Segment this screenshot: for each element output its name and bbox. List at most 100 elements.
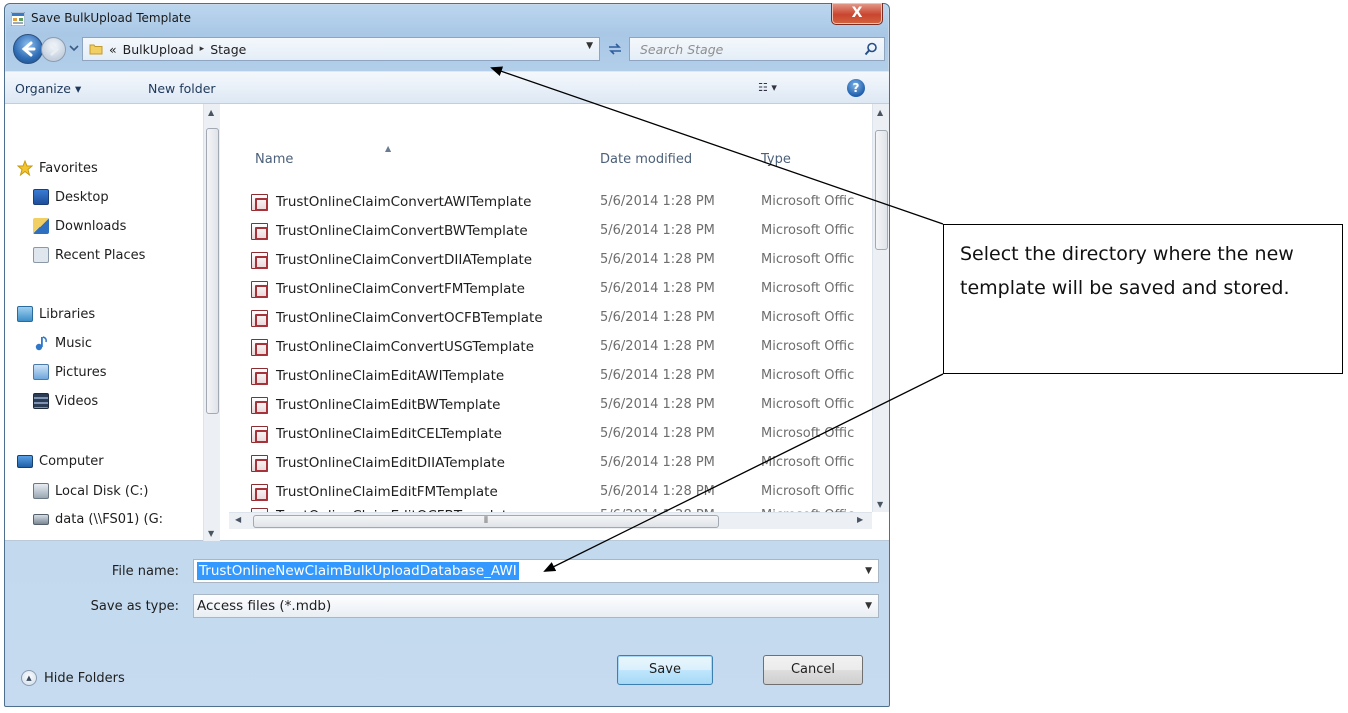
file-date: 5/6/2014 1:28 PM <box>600 455 715 470</box>
breadcrumb-item-bulkupload[interactable]: BulkUpload <box>123 42 194 57</box>
search-input[interactable]: Search Stage <box>629 37 885 61</box>
downloads-icon <box>33 218 49 234</box>
sidebar-item-libraries[interactable]: Libraries <box>17 306 95 322</box>
breadcrumb-item-stage[interactable]: Stage <box>210 42 246 57</box>
file-name: TrustOnlineClaimEditDIIATemplate <box>276 455 505 471</box>
sidebar-item-pictures[interactable]: Pictures <box>33 364 106 380</box>
search-placeholder: Search Stage <box>640 42 724 57</box>
new-folder-button[interactable]: New folder <box>148 81 216 96</box>
file-name-value: TrustOnlineNewClaimBulkUploadDatabase_AW… <box>197 562 519 580</box>
sidebar-item-label: data (\\FS01) (G: <box>55 512 164 527</box>
file-date: 5/6/2014 1:28 PM <box>600 368 715 383</box>
file-date: 5/6/2014 1:28 PM <box>600 223 715 238</box>
title-bar[interactable]: Save BulkUpload Template X <box>5 3 889 34</box>
sidebar-item-computer[interactable]: Computer <box>17 454 104 469</box>
table-row[interactable]: TrustOnlineClaimConvertAWITemplate 5/6/2… <box>221 188 871 217</box>
file-type: Microsoft Offic <box>761 484 855 499</box>
table-row[interactable]: TrustOnlineClaimConvertBWTemplate 5/6/20… <box>221 217 871 246</box>
file-name-label: File name: <box>111 564 179 579</box>
file-date: 5/6/2014 1:28 PM <box>600 310 715 325</box>
table-row[interactable]: TrustOnlineClaimEditAWITemplate 5/6/2014… <box>221 362 871 391</box>
file-name: TrustOnlineClaimEditFMTemplate <box>276 484 498 500</box>
cancel-button[interactable]: Cancel <box>763 655 863 685</box>
hide-folders-button[interactable]: ▲ Hide Folders <box>21 670 125 686</box>
scrollbar-thumb[interactable]: ⦀ <box>253 515 719 528</box>
scroll-left-icon[interactable]: ◀ <box>235 515 241 524</box>
file-date: 5/6/2014 1:28 PM <box>600 281 715 296</box>
file-list-vertical-scrollbar[interactable]: ▲ ▼ <box>872 104 889 512</box>
sidebar-item-music[interactable]: Music <box>33 335 92 351</box>
table-row[interactable]: TrustOnlineClaimConvertOCFBTemplate 5/6/… <box>221 304 871 333</box>
file-name-dropdown-icon[interactable]: ▼ <box>865 566 872 576</box>
sidebar-item-favorites[interactable]: Favorites <box>17 160 98 176</box>
navigation-pane: Favorites Desktop Downloads Recent Place… <box>5 104 221 541</box>
access-file-icon <box>251 397 268 414</box>
column-header-name[interactable]: Name <box>255 152 293 167</box>
back-button[interactable] <box>13 34 43 64</box>
table-row[interactable]: TrustOnlineClaimEditBWTemplate 5/6/2014 … <box>221 391 871 420</box>
command-toolbar: Organize ▾ New folder ☷ ▾ ? <box>5 71 889 104</box>
table-row[interactable]: TrustOnlineClaimConvertUSGTemplate 5/6/2… <box>221 333 871 362</box>
scroll-up-icon[interactable]: ▲ <box>208 108 214 117</box>
address-dropdown-icon[interactable]: ▼ <box>586 41 593 51</box>
navigation-scrollbar[interactable]: ▲ ▼ <box>203 104 220 541</box>
column-header-date-modified[interactable]: Date modified <box>600 152 692 167</box>
file-date: 5/6/2014 1:28 PM <box>600 252 715 267</box>
save-type-label: Save as type: <box>90 599 179 614</box>
breadcrumb-separator[interactable]: ▸ <box>200 44 205 54</box>
videos-icon <box>33 393 49 409</box>
refresh-button[interactable] <box>603 37 627 61</box>
sidebar-item-recent-places[interactable]: Recent Places <box>33 247 145 263</box>
table-row[interactable]: TrustOnlineClaimConvertFMTemplate 5/6/20… <box>221 275 871 304</box>
music-icon <box>35 336 47 351</box>
file-type: Microsoft Offic <box>761 281 855 296</box>
file-name-input[interactable]: TrustOnlineNewClaimBulkUploadDatabase_AW… <box>193 559 879 583</box>
file-type: Microsoft Offic <box>761 194 855 209</box>
star-icon <box>17 160 33 176</box>
scroll-right-icon[interactable]: ▶ <box>857 515 863 524</box>
sidebar-item-label: Local Disk (C:) <box>55 483 149 499</box>
disk-icon <box>33 483 49 499</box>
file-date: 5/6/2014 1:28 PM <box>600 426 715 441</box>
network-drive-icon <box>33 514 49 525</box>
sidebar-item-network-drive[interactable]: data (\\FS01) (G: <box>33 512 163 527</box>
sort-ascending-icon: ▲ <box>385 144 392 153</box>
scrollbar-thumb[interactable] <box>875 130 888 250</box>
change-view-button[interactable]: ☷ ▾ <box>758 81 777 94</box>
sidebar-item-videos[interactable]: Videos <box>33 393 98 409</box>
forward-button[interactable] <box>41 37 66 62</box>
close-button[interactable]: X <box>831 3 883 25</box>
table-row[interactable]: TrustOnlineClaimConvertDIIATemplate 5/6/… <box>221 246 871 275</box>
sidebar-item-label: Desktop <box>55 189 109 205</box>
forward-arrow-icon <box>50 43 59 56</box>
scroll-down-icon[interactable]: ▼ <box>877 500 883 509</box>
callout-text: Select the directory where the new templ… <box>960 243 1294 299</box>
sidebar-item-label: Downloads <box>55 218 127 234</box>
organize-button[interactable]: Organize ▾ <box>15 81 81 96</box>
breadcrumb-overflow[interactable]: « <box>109 42 117 57</box>
scrollbar-thumb[interactable] <box>206 128 219 414</box>
sidebar-item-desktop[interactable]: Desktop <box>33 189 109 205</box>
sidebar-item-local-disk[interactable]: Local Disk (C:) <box>33 483 148 499</box>
help-icon[interactable]: ? <box>847 79 865 97</box>
file-name: TrustOnlineClaimConvertBWTemplate <box>276 223 528 239</box>
file-list-horizontal-scrollbar[interactable]: ◀ ⦀ ▶ <box>229 512 872 529</box>
address-bar[interactable]: « BulkUpload ▸ Stage ▼ <box>82 37 600 61</box>
table-row[interactable]: TrustOnlineClaimEditCELTemplate 5/6/2014… <box>221 420 871 449</box>
recent-locations-icon[interactable] <box>68 42 80 54</box>
save-type-value: Access files (*.mdb) <box>197 598 332 614</box>
access-file-icon <box>251 426 268 443</box>
scroll-down-icon[interactable]: ▼ <box>208 529 214 538</box>
sidebar-item-downloads[interactable]: Downloads <box>33 218 126 234</box>
save-type-select[interactable]: Access files (*.mdb) ▼ <box>193 594 879 618</box>
save-button[interactable]: Save <box>617 655 713 685</box>
refresh-icon <box>609 43 621 55</box>
column-header-type[interactable]: Type <box>761 152 791 167</box>
scroll-up-icon[interactable]: ▲ <box>877 108 883 117</box>
file-name: TrustOnlineClaimConvertAWITemplate <box>276 194 532 210</box>
collapse-icon: ▲ <box>21 670 37 686</box>
save-type-dropdown-icon[interactable]: ▼ <box>865 601 872 611</box>
access-file-icon <box>251 252 268 269</box>
search-icon[interactable] <box>864 42 878 56</box>
table-row[interactable]: TrustOnlineClaimEditDIIATemplate 5/6/201… <box>221 449 871 478</box>
